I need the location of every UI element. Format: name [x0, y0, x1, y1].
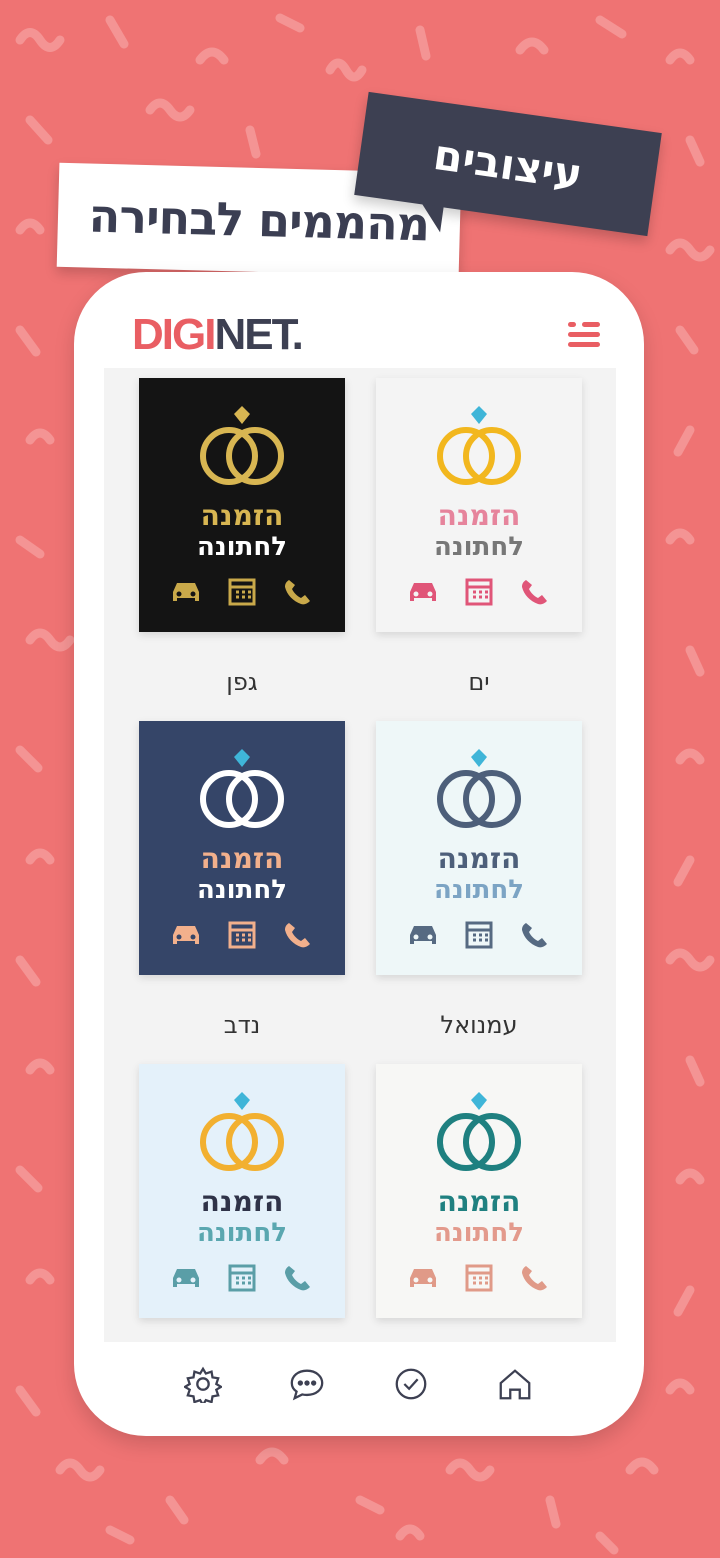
- template-name-label[interactable]: גפן: [139, 668, 345, 696]
- wedding-rings-icon: [437, 749, 521, 828]
- settings-gear-icon[interactable]: [177, 1358, 229, 1410]
- invitation-template-card[interactable]: הזמנה לחתונה: [139, 378, 345, 632]
- card-title-line1: הזמנה: [437, 499, 521, 532]
- app-header: DIGINET.: [74, 272, 644, 368]
- bottom-navigation: [74, 1342, 644, 1436]
- card-title-line1: הזמנה: [437, 842, 521, 875]
- car-icon: [410, 583, 436, 601]
- card-icons-row: [406, 1262, 552, 1292]
- card-icons-row: [406, 919, 552, 949]
- wedding-rings-icon: [200, 1092, 284, 1171]
- wedding-rings-icon: [437, 1092, 521, 1171]
- card-icons-row: [169, 919, 315, 949]
- card-title-line1: הזמנה: [437, 1185, 521, 1218]
- card-title-line2: לחתונה: [434, 1218, 524, 1248]
- calendar-icon: [465, 921, 493, 949]
- card-title-line2: לחתונה: [197, 1218, 287, 1248]
- phone-icon: [522, 580, 547, 605]
- calendar-icon: [465, 578, 493, 606]
- phone-icon: [522, 923, 547, 948]
- phone-icon: [285, 1266, 310, 1291]
- wedding-rings-icon: [437, 406, 521, 485]
- card-title-line1: הזמנה: [200, 499, 284, 532]
- speech-bubble-tail: [418, 203, 444, 233]
- logo-net: NET.: [214, 310, 303, 359]
- car-icon: [173, 1269, 199, 1287]
- car-icon: [173, 583, 199, 601]
- car-icon: [410, 926, 436, 944]
- card-icons-row: [169, 576, 315, 606]
- invitation-template-card[interactable]: הזמנה לחתונה: [376, 721, 582, 975]
- calendar-icon: [228, 578, 256, 606]
- hamburger-menu-icon[interactable]: [564, 320, 600, 350]
- card-icons-row: [406, 576, 552, 606]
- headline-title: עיצובים: [430, 129, 586, 199]
- template-name-label[interactable]: נדב: [139, 1011, 345, 1039]
- phone-icon: [285, 923, 310, 948]
- card-title-line1: הזמנה: [200, 842, 284, 875]
- calendar-icon: [228, 1264, 256, 1292]
- phone-frame: DIGINET. הזמנה לחתונה הזמנה לחתונה הזמנה…: [74, 272, 644, 1436]
- templates-grid: הזמנה לחתונה הזמנה לחתונה הזמנה לחתונה ה…: [104, 368, 616, 1342]
- check-circle-icon[interactable]: [385, 1358, 437, 1410]
- chat-bubble-icon[interactable]: [281, 1358, 333, 1410]
- card-title-line2: לחתונה: [434, 875, 524, 905]
- car-icon: [173, 926, 199, 944]
- car-icon: [410, 1269, 436, 1287]
- wedding-rings-icon: [200, 406, 284, 485]
- card-title-line2: לחתונה: [197, 875, 287, 905]
- phone-icon: [522, 1266, 547, 1291]
- app-logo[interactable]: DIGINET.: [132, 310, 304, 360]
- invitation-template-card[interactable]: הזמנה לחתונה: [139, 1064, 345, 1318]
- card-title-line2: לחתונה: [197, 532, 287, 562]
- invitation-template-card[interactable]: הזמנה לחתונה: [376, 378, 582, 632]
- phone-icon: [285, 580, 310, 605]
- template-name-label[interactable]: עמנואל: [376, 1011, 582, 1039]
- calendar-icon: [465, 1264, 493, 1292]
- invitation-template-card[interactable]: הזמנה לחתונה: [139, 721, 345, 975]
- home-icon[interactable]: [489, 1358, 541, 1410]
- card-icons-row: [169, 1262, 315, 1292]
- logo-digi: DIGI: [132, 310, 216, 359]
- card-title-line1: הזמנה: [200, 1185, 284, 1218]
- wedding-rings-icon: [200, 749, 284, 828]
- invitation-template-card[interactable]: הזמנה לחתונה: [376, 1064, 582, 1318]
- card-title-line2: לחתונה: [434, 532, 524, 562]
- calendar-icon: [228, 921, 256, 949]
- template-name-label[interactable]: ים: [376, 668, 582, 696]
